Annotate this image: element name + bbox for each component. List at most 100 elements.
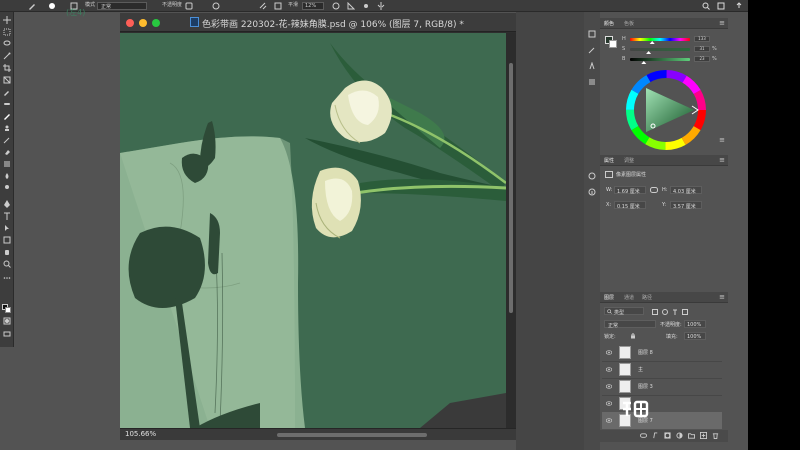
color-wheel[interactable] [626, 70, 706, 150]
w-field[interactable]: 1.69 厘米 [614, 186, 646, 195]
layer-row[interactable]: 图层 3 [602, 378, 722, 396]
filter-adjust-icon[interactable] [662, 309, 668, 315]
hand-tool-icon[interactable] [3, 248, 11, 256]
color-wheel-menu-icon[interactable]: ≡ [719, 136, 725, 144]
lock-icon[interactable] [630, 333, 636, 339]
filter-type-icon[interactable] [672, 309, 678, 315]
visibility-eye-icon[interactable] [606, 367, 612, 372]
character-panel-icon[interactable] [588, 62, 596, 70]
slider-thumb[interactable] [641, 61, 647, 64]
symmetry-icon[interactable] [377, 2, 385, 10]
new-layer-icon[interactable] [700, 432, 707, 439]
mode-select[interactable]: 正常 [97, 2, 147, 10]
slider-thumb[interactable] [649, 41, 655, 44]
history-brush-tool-icon[interactable] [3, 136, 11, 144]
screen-mode-icon[interactable] [3, 330, 11, 338]
maximize-window-button[interactable] [152, 19, 160, 27]
properties-menu-icon[interactable]: ≡ [719, 156, 725, 164]
pressure-size-icon[interactable] [362, 2, 370, 10]
fx-icon[interactable] [652, 432, 659, 439]
close-window-button[interactable] [126, 19, 134, 27]
airbrush-icon[interactable] [259, 2, 267, 10]
share-icon[interactable] [735, 2, 743, 10]
smoothing-options-icon[interactable] [332, 2, 340, 10]
marquee-tool-icon[interactable] [3, 28, 11, 36]
x-field[interactable]: 0.15 厘米 [614, 201, 646, 210]
layer-opacity-field[interactable]: 100% [684, 320, 706, 328]
smoothing-icon[interactable] [274, 2, 282, 10]
layer-name[interactable]: 图层 3 [638, 383, 653, 390]
gradient-tool-icon[interactable] [3, 160, 11, 168]
tab-paths[interactable]: 路径 [642, 294, 652, 301]
angle-icon[interactable] [347, 2, 355, 10]
more-tools-icon[interactable] [3, 274, 11, 282]
layer-name[interactable]: 图层 8 [638, 349, 653, 356]
dodge-tool-icon[interactable] [3, 184, 11, 192]
visibility-eye-icon[interactable] [606, 384, 612, 389]
layers-menu-icon[interactable]: ≡ [719, 293, 725, 301]
h-field[interactable]: 4.03 厘米 [670, 186, 702, 195]
layer-name[interactable]: 主 [638, 366, 643, 373]
lasso-tool-icon[interactable] [3, 40, 11, 48]
adjustment-layer-icon[interactable] [676, 432, 683, 439]
crop-tool-icon[interactable] [3, 64, 11, 72]
path-selection-tool-icon[interactable] [3, 224, 11, 232]
link-layers-icon[interactable] [640, 432, 647, 439]
quick-mask-icon[interactable] [3, 317, 11, 325]
document-titlebar[interactable]: 色彩带画 220302-花-辣妹角膜.psd @ 106% (图层 7, RGB… [120, 13, 516, 32]
filter-image-icon[interactable] [652, 309, 658, 315]
adjustments-panel-icon[interactable] [588, 172, 596, 180]
delete-layer-icon[interactable] [712, 432, 719, 439]
pen-tool-icon[interactable] [3, 200, 11, 208]
history-panel-icon[interactable] [588, 30, 596, 38]
brush-panel-icon[interactable] [588, 46, 596, 54]
brush-tool-icon[interactable] [28, 2, 36, 10]
fill-field[interactable]: 100% [684, 332, 706, 340]
tab-layers[interactable]: 图层 [604, 294, 614, 301]
horizontal-scroll-thumb[interactable] [277, 433, 427, 437]
layer-row[interactable]: 主 [602, 361, 722, 379]
stamp-tool-icon[interactable] [3, 124, 11, 132]
background-color-swatch[interactable] [5, 307, 11, 313]
flow-icon[interactable] [212, 2, 220, 10]
eraser-tool-icon[interactable] [3, 148, 11, 156]
slider-thumb[interactable] [646, 51, 652, 54]
blend-mode-select[interactable]: 正常 [604, 320, 656, 329]
link-icon[interactable] [650, 187, 658, 193]
blur-tool-icon[interactable] [3, 172, 11, 180]
search-icon[interactable] [702, 2, 710, 10]
mask-icon[interactable] [664, 432, 671, 439]
type-tool-icon[interactable] [3, 212, 11, 220]
info-panel-icon[interactable] [588, 188, 596, 196]
move-tool-icon[interactable] [3, 16, 11, 24]
brush-tool-icon[interactable] [3, 112, 11, 120]
filter-shape-icon[interactable] [682, 309, 688, 315]
visibility-eye-icon[interactable] [606, 350, 612, 355]
zoom-level[interactable]: 105.66% [125, 430, 156, 438]
vertical-scroll-thumb[interactable] [509, 63, 513, 313]
group-icon[interactable] [688, 432, 695, 439]
visibility-eye-icon[interactable] [606, 418, 612, 423]
workspace-icon[interactable] [717, 2, 725, 10]
tab-properties[interactable]: 属性 [604, 157, 614, 164]
visibility-eye-icon[interactable] [606, 401, 612, 406]
zoom-tool-icon[interactable] [3, 260, 11, 268]
frame-tool-icon[interactable] [3, 76, 11, 84]
layer-row[interactable]: 图层 8 [602, 344, 722, 362]
smoothing-field[interactable]: 12% [302, 2, 324, 10]
eyedropper-tool-icon[interactable] [3, 88, 11, 96]
magic-wand-tool-icon[interactable] [3, 52, 11, 60]
shape-tool-icon[interactable] [3, 236, 11, 244]
layer-thumbnail [619, 363, 631, 376]
tab-adjustments[interactable]: 调整 [624, 157, 634, 164]
layer-kind-filter[interactable]: 类型 [604, 307, 644, 316]
healing-tool-icon[interactable] [3, 100, 11, 108]
pressure-opacity-icon[interactable] [185, 2, 193, 10]
canvas[interactable] [120, 33, 506, 428]
y-field[interactable]: 3.57 厘米 [670, 201, 702, 210]
tab-channels[interactable]: 通道 [624, 294, 634, 301]
paragraph-panel-icon[interactable] [588, 78, 596, 86]
brush-preset-icon[interactable] [48, 2, 56, 10]
vertical-scrollbar[interactable] [506, 33, 516, 428]
minimize-window-button[interactable] [139, 19, 147, 27]
